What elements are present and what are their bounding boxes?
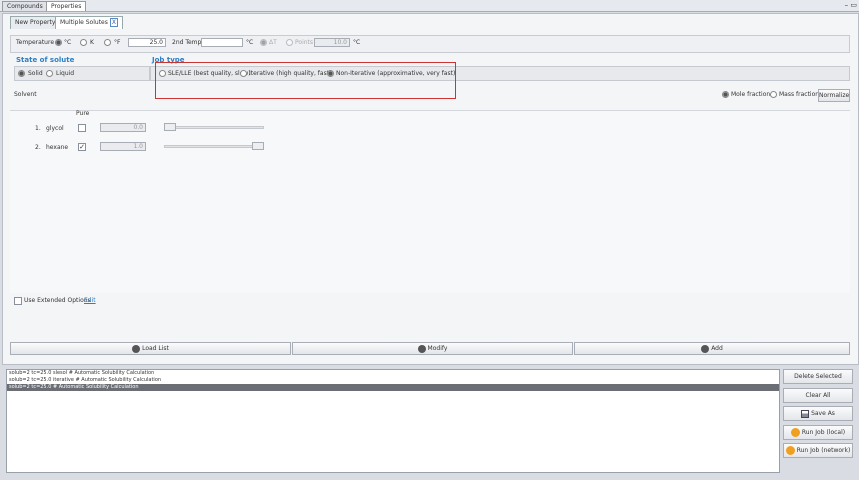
extended-options-label: Use Extended Options: [24, 297, 91, 304]
fraction-slider[interactable]: [164, 126, 264, 129]
extended-options-checkbox[interactable]: [14, 297, 22, 305]
solvent-row-index: 2.: [35, 144, 41, 151]
top-tab-bar: [0, 0, 859, 12]
delete-selected-button[interactable]: Delete Selected: [783, 369, 853, 384]
tab-properties[interactable]: Properties: [46, 1, 87, 11]
iterative-label: Iterative (high quality, fast): [249, 70, 332, 77]
second-temp-unit: °C: [246, 39, 254, 46]
points-label: Points: [295, 39, 314, 46]
clear-all-button[interactable]: Clear All: [783, 388, 853, 403]
second-temp-input[interactable]: [201, 38, 243, 47]
solvent-row-name: glycol: [46, 125, 64, 132]
normalize-button[interactable]: Normalize: [818, 89, 850, 102]
run-network-icon: [785, 446, 795, 455]
unit-k-radio[interactable]: [80, 39, 87, 46]
save-as-label: Save As: [811, 410, 835, 417]
run-network-button[interactable]: Run Job (network): [783, 443, 853, 458]
load-list-label: Load List: [142, 345, 169, 352]
mole-fraction-radio[interactable]: [722, 91, 729, 98]
add-button[interactable]: Add: [574, 342, 850, 355]
fraction-input[interactable]: 0.0: [100, 123, 146, 132]
fraction-slider[interactable]: [164, 145, 264, 148]
sle-label: SLE/LLE (best quality, slow): [168, 70, 251, 77]
fraction-input[interactable]: 1.0: [100, 142, 146, 151]
tab-new-property[interactable]: New Property: [10, 16, 61, 29]
unit-f-label: °F: [114, 39, 121, 46]
job-row[interactable]: solub=2 tc=25.0 # Automatic Solubility C…: [7, 384, 779, 391]
add-label: Add: [711, 345, 723, 352]
unit-f-radio[interactable]: [104, 39, 111, 46]
tab-multiple-solutes[interactable]: Multiple Solutes X: [55, 16, 123, 29]
delta-t-label: ΔT: [269, 39, 277, 46]
solvent-row-name: hexane: [46, 144, 69, 151]
add-icon: [701, 344, 710, 353]
fraction-slider-thumb[interactable]: [164, 123, 176, 131]
fraction-slider-thumb[interactable]: [252, 142, 264, 150]
modify-icon: [417, 344, 426, 353]
points-input[interactable]: 10.0: [314, 38, 350, 47]
solvent-label: Solvent: [14, 91, 37, 98]
tab-multiple-solutes-label: Multiple Solutes: [60, 19, 108, 26]
temperature-label: Temperature: [16, 39, 55, 46]
job-row[interactable]: solub=2 tc=25.0 slesol # Automatic Solub…: [7, 370, 779, 377]
highlight-box: [155, 62, 456, 99]
unit-c-label: °C: [64, 39, 72, 46]
save-icon: [801, 409, 810, 418]
pure-checkbox[interactable]: ✓: [78, 143, 86, 151]
modify-button[interactable]: Modify: [292, 342, 573, 355]
load-list-button[interactable]: Load List: [10, 342, 291, 355]
non-iterative-label: Non-Iterative (approximative, very fast): [336, 70, 456, 77]
save-as-button[interactable]: Save As: [783, 406, 853, 421]
delta-t-radio[interactable]: [260, 39, 267, 46]
unit-c-radio[interactable]: [55, 39, 62, 46]
iterative-radio[interactable]: [240, 70, 247, 77]
mole-fraction-label: Mole fraction: [731, 91, 771, 98]
non-iterative-radio[interactable]: [327, 70, 334, 77]
points-radio[interactable]: [286, 39, 293, 46]
pure-header: Pure: [76, 110, 90, 117]
tab-compounds[interactable]: Compounds: [2, 1, 48, 11]
maximize-icon[interactable]: ▭: [850, 1, 857, 9]
sle-radio[interactable]: [159, 70, 166, 77]
close-icon[interactable]: X: [109, 18, 118, 27]
temperature-input[interactable]: 25.0: [128, 38, 166, 47]
modify-label: Modify: [427, 345, 448, 352]
job-row[interactable]: solub=2 tc=25.0 iterative # Automatic So…: [7, 377, 779, 384]
edit-link[interactable]: Edit: [84, 297, 96, 305]
run-local-button[interactable]: Run Job (local): [783, 425, 853, 440]
mass-fraction-radio[interactable]: [770, 91, 777, 98]
mass-fraction-label: Mass fraction: [779, 91, 820, 98]
liquid-label: Liquid: [56, 70, 75, 77]
state-of-solute-title: State of solute: [16, 56, 75, 64]
second-temp-label: 2nd Temp: [172, 39, 202, 46]
solvent-row-index: 1.: [35, 125, 41, 132]
window-controls[interactable]: – ▭: [845, 1, 857, 10]
pure-checkbox[interactable]: [78, 124, 86, 132]
solid-radio[interactable]: [18, 70, 25, 77]
load-icon: [132, 344, 141, 353]
run-icon: [790, 428, 800, 437]
run-network-label: Run Job (network): [796, 447, 851, 454]
unit-k-label: K: [90, 39, 94, 46]
liquid-radio[interactable]: [46, 70, 53, 77]
solid-label: Solid: [28, 70, 43, 77]
job-list[interactable]: solub=2 tc=25.0 slesol # Automatic Solub…: [6, 369, 780, 473]
points-unit: °C: [353, 39, 361, 46]
run-local-label: Run Job (local): [801, 429, 846, 436]
minimize-icon[interactable]: –: [845, 1, 849, 9]
solvent-area: [10, 110, 850, 293]
